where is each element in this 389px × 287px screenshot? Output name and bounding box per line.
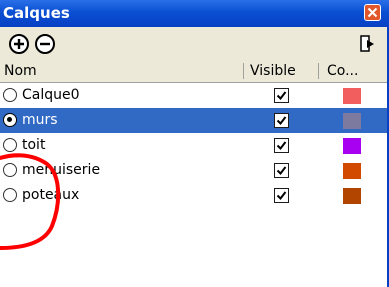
active-layer-radio[interactable]: [3, 113, 17, 127]
visibility-checkbox[interactable]: [274, 138, 289, 153]
active-layer-radio[interactable]: [3, 188, 17, 202]
title-bar: Calques: [0, 0, 389, 27]
details-button[interactable]: [358, 34, 378, 54]
layers-panel: Calques Nom Visible Co... Calque0 murs t…: [0, 0, 389, 287]
active-layer-radio[interactable]: [3, 88, 17, 102]
minus-circle-icon: [35, 34, 55, 54]
layer-color-swatch[interactable]: [343, 138, 361, 154]
window-title: Calques: [3, 4, 70, 22]
column-header-color[interactable]: Co...: [327, 60, 358, 82]
visibility-checkbox[interactable]: [274, 88, 289, 103]
close-icon: [367, 7, 378, 18]
layer-color-swatch[interactable]: [343, 188, 361, 204]
toolbar: [0, 27, 387, 60]
active-layer-radio[interactable]: [3, 163, 17, 177]
remove-layer-button[interactable]: [34, 33, 56, 55]
close-button[interactable]: [364, 4, 381, 21]
visibility-checkbox[interactable]: [274, 163, 289, 178]
layer-row[interactable]: menuiserie: [0, 158, 387, 183]
layer-row[interactable]: murs: [0, 108, 387, 133]
layer-name[interactable]: toit: [22, 133, 45, 158]
column-header-visible[interactable]: Visible: [250, 60, 296, 82]
panel-body: Nom Visible Co... Calque0 murs toit menu…: [0, 27, 389, 287]
layers-list: Nom Visible Co... Calque0 murs toit menu…: [0, 60, 387, 287]
layer-row[interactable]: poteaux: [0, 183, 387, 208]
layer-row[interactable]: Calque0: [0, 83, 387, 108]
layer-name[interactable]: menuiserie: [22, 158, 100, 183]
checkmark-icon: [276, 141, 287, 151]
column-header-name[interactable]: Nom: [4, 60, 37, 82]
checkmark-icon: [276, 91, 287, 101]
layer-color-swatch[interactable]: [343, 113, 361, 129]
list-header: Nom Visible Co...: [0, 60, 387, 83]
checkmark-icon: [276, 166, 287, 176]
column-divider[interactable]: [243, 63, 244, 79]
checkmark-icon: [276, 191, 287, 201]
layer-color-swatch[interactable]: [343, 88, 361, 104]
layer-name[interactable]: poteaux: [22, 183, 79, 208]
add-layer-button[interactable]: [8, 33, 30, 55]
layer-color-swatch[interactable]: [343, 163, 361, 179]
layer-name[interactable]: Calque0: [22, 83, 80, 108]
visibility-checkbox[interactable]: [274, 113, 289, 128]
column-divider[interactable]: [318, 63, 319, 79]
checkmark-icon: [276, 116, 287, 126]
details-arrow-icon: [360, 35, 374, 52]
plus-circle-icon: [9, 34, 29, 54]
layer-row[interactable]: toit: [0, 133, 387, 158]
visibility-checkbox[interactable]: [274, 188, 289, 203]
layer-name[interactable]: murs: [22, 108, 58, 133]
active-layer-radio[interactable]: [3, 138, 17, 152]
